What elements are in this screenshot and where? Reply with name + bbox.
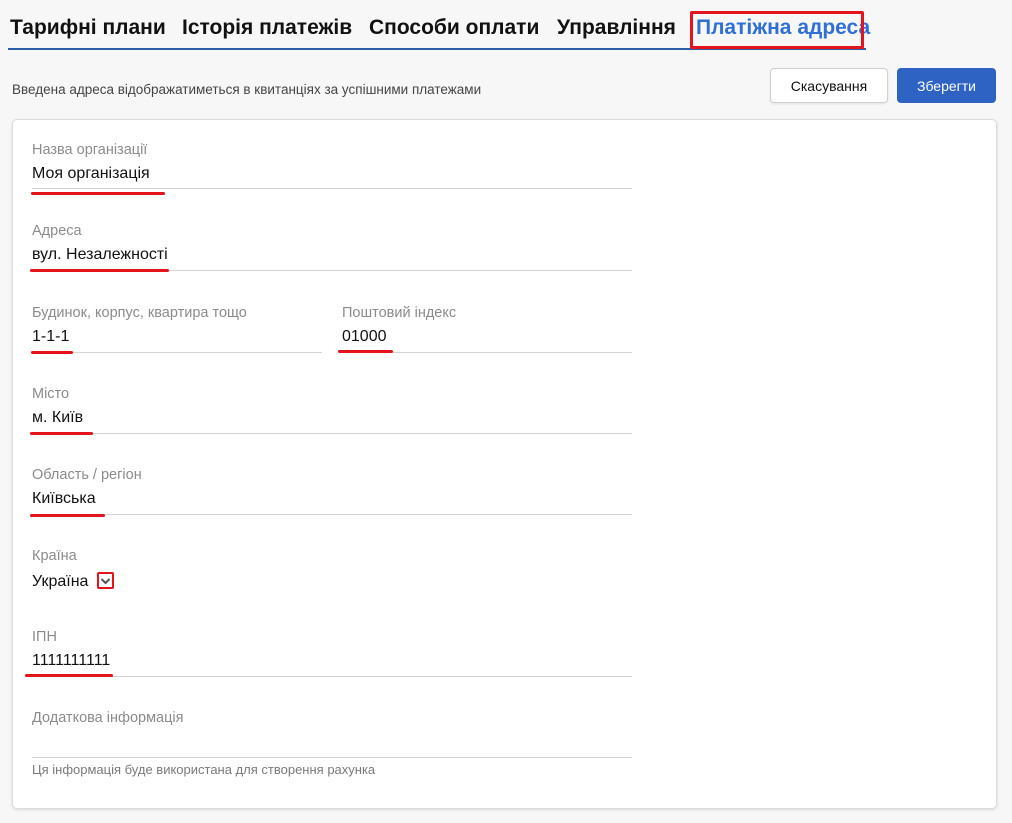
region-input[interactable]: Київська [32,490,96,508]
address-label: Адреса [32,223,82,239]
region-field[interactable]: Область / регіон Київська [32,467,632,515]
extra-info-help: Ця інформація буде використана для створ… [32,762,376,777]
tab-management[interactable]: Управління [557,16,676,40]
tax-id-label: ІПН [32,629,57,645]
address-hint: Введена адреса відображатиметься в квита… [12,82,482,97]
building-underline [32,352,322,353]
tax-id-field[interactable]: ІПН 1111111111 [32,629,632,677]
tab-payment-methods[interactable]: Способи оплати [369,16,539,40]
region-annotation [30,514,105,517]
org-name-label: Назва організації [32,142,148,158]
country-select[interactable]: Країна Україна [32,548,232,596]
city-annotation [30,432,93,435]
tab-tariff-plans[interactable]: Тарифні плани [10,16,166,40]
postal-code-annotation [338,350,393,353]
tax-id-input[interactable]: 1111111111 [32,652,110,670]
org-name-field[interactable]: Назва організації Моя організація [32,142,632,190]
building-input[interactable]: 1-1-1 [32,328,69,346]
tab-payment-history[interactable]: Історія платежів [182,16,352,40]
tab-billing-address[interactable]: Платіжна адреса [696,16,870,40]
city-label: Місто [32,386,70,402]
org-name-input[interactable]: Моя організація [32,165,150,183]
tax-id-annotation [25,674,113,677]
city-underline [32,433,632,434]
address-field[interactable]: Адреса вул. Незалежності [32,223,632,271]
region-label: Область / регіон [32,467,142,483]
building-field[interactable]: Будинок, корпус, квартира тощо 1-1-1 [32,305,322,353]
postal-code-field[interactable]: Поштовий індекс 01000 [342,305,632,353]
tab-bar: Тарифні плани Історія платежів Способи о… [0,0,1012,52]
city-field[interactable]: Місто м. Київ [32,386,632,434]
extra-info-underline [32,757,632,758]
extra-info-field[interactable]: Додаткова інформація [32,710,632,758]
region-underline [32,514,632,515]
building-label: Будинок, корпус, квартира тощо [32,305,247,321]
org-name-underline [32,188,632,189]
country-label: Країна [32,548,77,564]
address-annotation [30,269,169,272]
city-input[interactable]: м. Київ [32,409,83,427]
tax-id-underline [32,676,632,677]
cancel-button[interactable]: Скасування [770,68,888,103]
org-name-annotation [31,192,165,195]
save-button[interactable]: Зберегти [897,68,996,103]
extra-info-label: Додаткова інформація [32,710,184,726]
postal-code-input[interactable]: 01000 [342,328,387,346]
postal-code-label: Поштовий індекс [342,305,457,321]
building-annotation [31,351,73,354]
chevron-down-icon[interactable] [97,572,114,589]
tabs-underline [8,48,866,50]
address-input[interactable]: вул. Незалежності [32,246,168,264]
country-value[interactable]: Україна [32,573,88,591]
